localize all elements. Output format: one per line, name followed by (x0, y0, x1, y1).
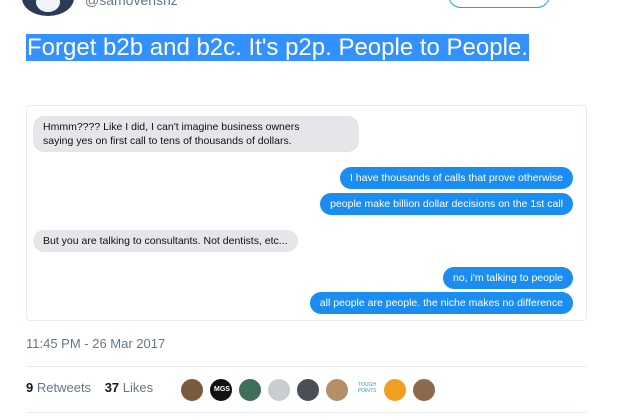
retweets-stat[interactable]: 9 Retweets (26, 380, 91, 395)
message-bubble-outgoing: no, i'm talking to people (443, 267, 573, 289)
liker-9-avatar[interactable] (412, 378, 436, 402)
tweet-timestamp[interactable]: 11:45 PM - 26 Mar 2017 (26, 336, 165, 351)
message-bubble-outgoing: I have thousands of calls that prove oth… (339, 167, 573, 189)
liker-avatar-text: MGS (214, 386, 230, 393)
liker-6-avatar[interactable] (325, 378, 349, 402)
liker-7-avatar[interactable]: TOUGH POINTS (354, 378, 378, 402)
author-avatar[interactable] (22, 0, 74, 16)
retweets-label: Retweets (36, 380, 92, 395)
liker-8-avatar[interactable] (383, 378, 407, 402)
likes-stat[interactable]: 37 Likes (105, 380, 153, 395)
message-bubble-outgoing: all people are people. the niche makes n… (309, 292, 573, 314)
message-bubble-incoming: But you are talking to consultants. Not … (33, 230, 298, 252)
liker-4-avatar[interactable] (267, 378, 291, 402)
retweets-count: 9 (26, 380, 34, 395)
liker-5-avatar[interactable] (296, 378, 320, 402)
likes-count: 37 (104, 380, 120, 395)
liker-3-avatar[interactable] (238, 378, 262, 402)
liker-1-avatar[interactable] (180, 378, 204, 402)
divider (26, 366, 587, 367)
liker-2-avatar[interactable]: MGS (209, 378, 233, 402)
liker-avatar-text: TOUGH POINTS (357, 382, 377, 394)
tweet-text-selection: Forget b2b and b2c. It's p2p. People to … (26, 34, 529, 61)
message-bubble-incoming: Hmmm???? Like I did, I can't imagine bus… (33, 116, 359, 152)
conversation-screenshot[interactable]: Hmmm???? Like I did, I can't imagine bus… (26, 105, 587, 321)
tweet-stats: 9 Retweets 37 Likes (26, 380, 163, 395)
tweet-header: @samovensnz (0, 0, 619, 16)
author-handle[interactable]: @samovensnz (85, 0, 178, 8)
tweet-text: Forget b2b and b2c. It's p2p. People to … (26, 33, 546, 62)
divider (26, 412, 587, 413)
likes-label: Likes (122, 380, 154, 395)
message-bubble-outgoing: people make billion dollar decisions on … (320, 193, 573, 215)
follow-button[interactable] (448, 0, 550, 8)
